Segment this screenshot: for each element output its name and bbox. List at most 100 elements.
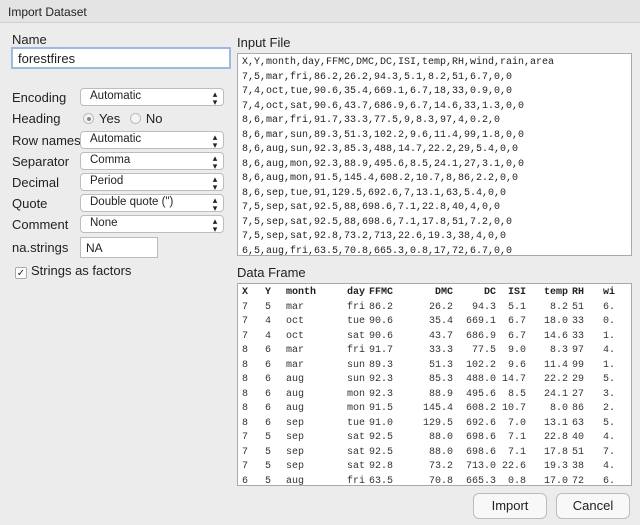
table-cell: 6 <box>265 403 272 414</box>
table-cell: 4 <box>265 330 272 342</box>
table-cell: 8.0 <box>549 403 568 414</box>
encoding-select[interactable]: Automatic ▴ ▾ <box>80 88 224 107</box>
table-cell: 8 <box>242 374 249 385</box>
input-file-line: 7,5,mar,fri,86.2,26.2,94.3,5.1,8.2,51,6.… <box>242 71 513 83</box>
rownames-select[interactable]: Automatic ▴ ▾ <box>80 131 224 150</box>
table-cell: 4. <box>603 345 616 356</box>
decimal-select[interactable]: Period ▴ ▾ <box>80 173 224 192</box>
input-file-line: 7,4,oct,tue,90.6,35.4,669.1,6.7,18,33,0.… <box>242 86 513 97</box>
updown-icon: ▴ ▾ <box>212 216 218 234</box>
table-cell: 0. <box>603 316 616 327</box>
updown-icon: ▴ ▾ <box>212 153 218 171</box>
table-cell: 43.7 <box>428 330 453 342</box>
input-file-line: 8,6,aug,sun,92.3,85.3,488,14.7,22.2,29,5… <box>242 144 519 155</box>
table-cell: 33 <box>572 316 585 327</box>
table-cell: sun <box>346 359 365 371</box>
nastrings-input[interactable]: NA <box>80 237 158 258</box>
table-cell: 6 <box>265 374 272 385</box>
table-cell: 3. <box>603 388 616 400</box>
table-cell: 19.3 <box>543 461 568 472</box>
table-row: 7 5 mar fri 86.2 26.2 94.3 5.1 8.2 51 6. <box>242 301 623 316</box>
table-cell: sat <box>346 432 365 443</box>
table-cell: sat <box>346 461 365 472</box>
table-cell: 92.3 <box>369 388 394 400</box>
table-cell: 72 <box>572 475 585 486</box>
import-button[interactable]: Import <box>473 493 547 519</box>
heading-yes-radio[interactable]: Yes <box>83 111 120 126</box>
table-cell: sun <box>346 374 365 385</box>
table-cell: 5. <box>603 417 616 429</box>
quote-select[interactable]: Double quote (") ▴ ▾ <box>80 194 224 213</box>
encoding-value: Automatic <box>90 90 142 102</box>
decimal-label: Decimal <box>12 175 59 190</box>
table-row: 6 5 aug fri 63.5 70.8 665.3 0.8 17.0 72 6. <box>242 475 623 486</box>
input-file-line: 8,6,sep,tue,91,129.5,692.6,7,13.1,63,5.4… <box>242 187 507 199</box>
table-cell: 7 <box>242 301 249 313</box>
table-cell: 8 <box>242 345 249 356</box>
table-cell: 51 <box>572 446 585 458</box>
table-cell: 2. <box>603 403 616 414</box>
separator-select[interactable]: Comma ▴ ▾ <box>80 152 224 171</box>
comment-select[interactable]: None ▴ ▾ <box>80 215 224 234</box>
table-cell: 7. <box>603 446 616 458</box>
table-cell: fri <box>346 345 365 356</box>
table-cell: 90.6 <box>369 316 394 327</box>
table-cell: 5. <box>603 374 616 385</box>
table-row: 7 4 oct sat 90.6 43.7 686.9 6.7 14.6 33 1. <box>242 330 623 345</box>
table-cell: 92.8 <box>369 461 394 472</box>
column-header: ISI <box>507 287 526 298</box>
table-cell: 73.2 <box>428 461 453 472</box>
data-frame-label: Data Frame <box>237 265 306 280</box>
table-cell: sat <box>346 446 365 458</box>
table-cell: 5.1 <box>507 301 526 313</box>
table-cell: 88.0 <box>428 432 453 443</box>
table-cell: 8.2 <box>549 301 568 313</box>
table-cell: aug <box>286 388 305 400</box>
table-cell: 8 <box>242 388 249 400</box>
table-cell: 18.0 <box>543 316 568 327</box>
table-cell: 5 <box>265 446 272 458</box>
table-cell: oct <box>286 330 305 342</box>
column-header: X <box>242 287 249 298</box>
table-cell: 90.6 <box>369 330 394 342</box>
table-cell: 17.8 <box>543 446 568 458</box>
table-cell: 40 <box>572 432 585 443</box>
table-cell: 86 <box>572 403 585 414</box>
table-row: 7 5 sep sat 92.5 88.0 698.6 7.1 17.8 51 7. <box>242 446 623 461</box>
table-row: 8 6 aug mon 91.5 145.4 608.2 10.7 8.0 86 2. <box>242 402 623 417</box>
table-cell: 63 <box>572 417 585 429</box>
table-cell: 14.6 <box>543 330 568 342</box>
table-cell: 1. <box>603 359 616 371</box>
column-header: day <box>346 287 365 298</box>
table-cell: 91.0 <box>369 417 394 429</box>
table-cell: 29 <box>572 374 585 385</box>
data-frame-preview[interactable]: X Ymonth day FFMC DMC DC ISI temp RH wi 7 5 mar fri 86… <box>237 283 632 486</box>
table-cell: 97 <box>572 345 585 356</box>
table-cell: 85.3 <box>428 374 453 385</box>
table-cell: 669.1 <box>465 316 496 327</box>
table-cell: 9.6 <box>507 359 526 371</box>
heading-no-radio[interactable]: No <box>129 111 162 126</box>
table-cell: 7 <box>242 432 249 443</box>
name-input[interactable]: forestfires <box>11 47 231 69</box>
table-cell: 698.6 <box>465 432 496 443</box>
table-cell: 13.1 <box>543 417 568 429</box>
table-cell: 91.5 <box>369 403 394 414</box>
cancel-button[interactable]: Cancel <box>556 493 630 519</box>
table-row: 7 5 sep sat 92.8 73.2 713.0 22.6 19.3 38 4. <box>242 460 623 475</box>
table-cell: 608.2 <box>465 403 496 414</box>
table-cell: 713.0 <box>465 461 496 472</box>
table-cell: 7 <box>242 461 249 472</box>
table-row: 8 6 aug mon 92.3 88.9 495.6 8.5 24.1 27 3. <box>242 388 623 403</box>
strings-as-factors-checkbox[interactable]: ✓ Strings as factors <box>15 263 131 279</box>
table-cell: 6 <box>265 345 272 356</box>
table-cell: 7.1 <box>507 432 526 443</box>
input-file-preview[interactable]: X,Y,month,day,FFMC,DMC,DC,ISI,temp,RH,wi… <box>237 53 632 256</box>
table-cell: sep <box>286 446 305 458</box>
table-cell: 51 <box>572 301 585 313</box>
table-cell: sep <box>286 432 305 443</box>
heading-yes-label: Yes <box>99 111 121 126</box>
table-cell: 698.6 <box>465 446 496 458</box>
table-cell: oct <box>286 316 305 327</box>
table-cell: mar <box>286 359 305 371</box>
